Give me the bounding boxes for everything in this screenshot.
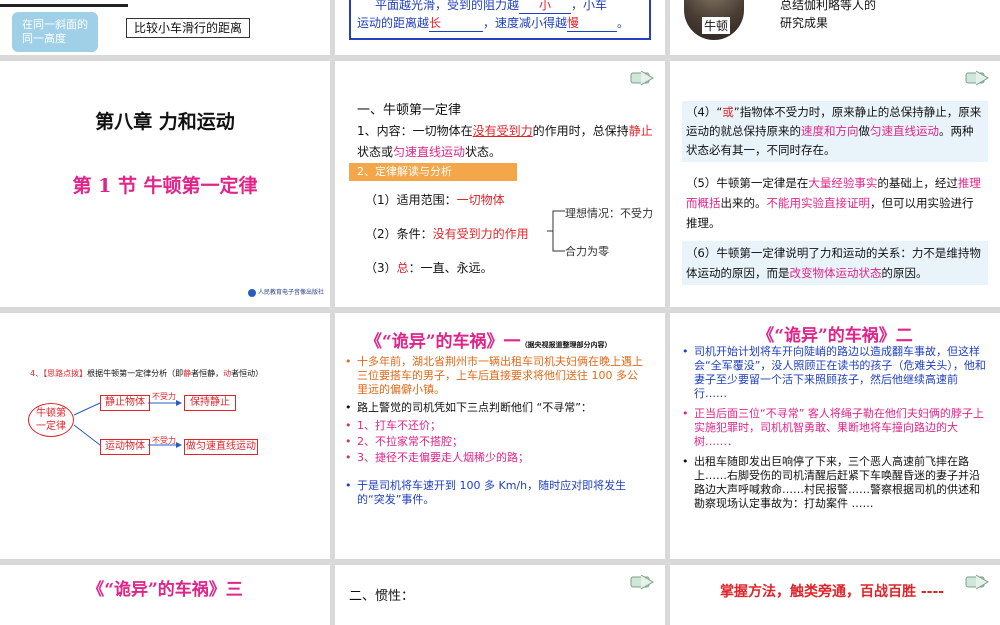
list-item: • 3、捷径不走偏要走人烟稀少的路； [345, 451, 529, 464]
law-content: 1、内容：一切物体在没有受到力的作用时，总保持静止状态或匀速直线运动状态。 [357, 124, 653, 159]
distance-box: 比较小车滑行的距离 [126, 18, 250, 38]
slide-thumbnail-10[interactable]: 《“诡异”的车祸》三 [0, 565, 330, 625]
answer-blank-1: 小 [519, 0, 572, 14]
story-1-title: 《“诡异”的车祸》一（据央视报道整理部分内容） [365, 332, 612, 352]
story-2-bullets: • 司机开始计划将车开向陡峭的路边以造成翻车事故，但这样会“全军覆没”，没人照顾正… [682, 345, 988, 511]
moving-object-box: 运动物体 [100, 439, 150, 455]
uniform-motion-box: 做匀速直线运动 [184, 439, 258, 455]
slide-thumbnail-4[interactable]: 第八章 力和运动 第 1 节 牛顿第一定律 人民教育电子音像出版社 [0, 61, 330, 307]
hint-bubble: 在同一斜面的同一高度 [12, 12, 98, 52]
list-item: • 出租车随即发出巨响停了下来，三个恶人高速前飞摔在路上……右脚受伤的司机清醒后赶… [682, 455, 980, 510]
bottom-condition: 不受力 [152, 436, 176, 445]
list-item: • 正当后面三位“不寻常” 客人将绳子勒在他们夫妇俩的脖子上实施犯罪时，司机机智勇… [682, 407, 984, 448]
slide-thumbnail-9[interactable]: 《“诡异”的车祸》二 • 司机开始计划将车开向陡峭的路边以造成翻车事故，但这样会“… [670, 313, 1000, 559]
slide-thumbnail-6[interactable]: （4）“或”指物体不受力时，原来静止的总保持静止，原来运动的就总保持原来的速度和… [670, 61, 1000, 307]
net-force-zero: 合力为零 [565, 245, 609, 258]
list-item: • 1、打车不还价； [345, 419, 441, 432]
newton-caption: 牛顿 [702, 17, 731, 34]
list-item: • 十多年前，湖北省荆州市一辆出租车司机夫妇俩在晚上遇上三位要搭车的男子，上车后直… [345, 355, 643, 396]
slide-thumbnail-1[interactable]: 在同一斜面的同一高度 比较小车滑行的距离 [0, 0, 330, 55]
slide-corner-icon [630, 574, 654, 590]
slide-thumbnail-12[interactable]: 掌握方法，触类旁通，百战百胜 ---- [670, 565, 1000, 625]
friction-sentence-2: 运动的距离越长 ，速度减小得越慢。 [357, 14, 630, 32]
slide-thumbnail-2[interactable]: 平面越光滑，受到的阻力越小，小车 运动的距离越长 ，速度减小得越慢。 [335, 0, 665, 55]
keep-still-box: 保持静止 [184, 395, 236, 411]
law-heading: 一、牛顿第一定律 [357, 103, 462, 118]
method-title: 掌握方法，触类旁通，百战百胜 ---- [720, 584, 945, 600]
list-item: • 司机开始计划将车开向陡峭的路边以造成翻车事故，但这样会“全军覆没”，没人照顾正… [682, 345, 986, 400]
friction-sentence-1: 平面越光滑，受到的阻力越小，小车 [375, 0, 607, 14]
slide-corner-icon [630, 70, 654, 86]
list-item: • 于是司机将车速开到 100 多 Km/h，随时应对即将发生的“突发”事件。 [345, 479, 627, 506]
ideal-case: 理想情况：不受力 [565, 207, 653, 220]
list-item: • 2、不拉家常不搭腔； [345, 435, 463, 448]
slide-corner-icon [965, 70, 989, 86]
slide-corner-icon [965, 574, 989, 590]
answer-blank-2: 长 [429, 14, 484, 32]
newton-summary: 总结伽利略等人的研究成果 [780, 0, 877, 30]
slide-thumbnail-3[interactable]: 牛顿 总结伽利略等人的研究成果 [670, 0, 1000, 55]
law-center-ellipse: 牛顿第一定律 [28, 403, 74, 437]
publisher-name: 人民教育电子音像出版社 [258, 289, 325, 296]
slide-thumbnail-5[interactable]: 一、牛顿第一定律 1、内容：一切物体在没有受到力的作用时，总保持静止状态或匀速直… [335, 61, 665, 307]
story-3-title: 《“诡异”的车祸》三 [87, 580, 243, 600]
condition-bracket [547, 210, 565, 252]
always-item: （3）总：一直、永远。 [365, 261, 493, 275]
analysis-bar: 2、定律解读与分析 [349, 163, 517, 181]
story-2-title: 《“诡异”的车祸》二 [757, 326, 913, 346]
slide-thumbnail-7[interactable]: 4、【思路点拨】根据牛顿第一定律分析（即静者恒静，动者恒动） 牛顿第一定律 静止… [0, 313, 330, 559]
publisher-logo [248, 289, 256, 297]
story-1-bullets: • 十多年前，湖北省荆州市一辆出租车司机夫妇俩在晚上遇上三位要搭车的男子，上车后直… [345, 355, 645, 507]
answer-blank-3: 慢 [567, 14, 618, 32]
point-5: （5）牛顿第一定律是在大量经验事实的基础上，经过推理而概括出来的。不能用实验直接… [686, 176, 981, 230]
top-condition: 不受力 [152, 392, 176, 401]
slide-thumbnail-11[interactable]: 二、惯性： [335, 565, 665, 625]
chapter-title: 第八章 力和运动 [95, 111, 235, 133]
point-6: （6）牛顿第一定律说明了力和运动的关系：力不是维持物体运动的原因，而是改变物体运… [682, 241, 988, 285]
condition-item: （2）条件：没有受到力的作用 [365, 227, 529, 241]
list-item: • 路上警觉的司机凭如下三点判断他们 “不寻常”： [345, 401, 592, 414]
tip-title: 4、【思路点拨】根据牛顿第一定律分析（即静者恒静，动者恒动） [30, 369, 264, 378]
slide-thumbnail-8[interactable]: 《“诡异”的车祸》一（据央视报道整理部分内容） • 十多年前，湖北省荆州市一辆出租… [335, 313, 665, 559]
scope-item: （1）适用范围：一切物体 [365, 193, 505, 207]
ramp-line [0, 4, 128, 7]
still-object-box: 静止物体 [100, 395, 150, 411]
section-title: 第 1 节 牛顿第一定律 [72, 175, 258, 197]
inertia-heading: 二、惯性： [349, 589, 415, 604]
point-4: （4）“或”指物体不受力时，原来静止的总保持静止，原来运动的就总保持原来的速度和… [682, 101, 988, 162]
